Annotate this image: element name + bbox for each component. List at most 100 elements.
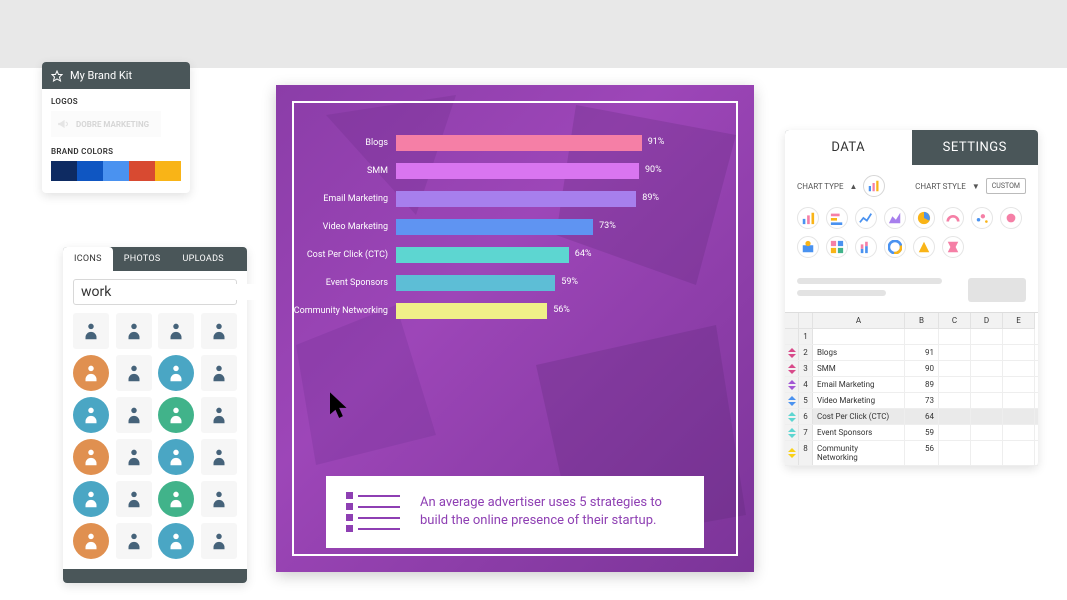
- icon-result[interactable]: [73, 439, 109, 475]
- cell[interactable]: [1003, 361, 1035, 376]
- row-number[interactable]: 6: [799, 409, 813, 424]
- icon-result[interactable]: [201, 523, 237, 559]
- icon-result[interactable]: [201, 481, 237, 517]
- pictogram-icon[interactable]: [797, 236, 819, 258]
- callout-box[interactable]: An average advertiser uses 5 strategies …: [326, 476, 704, 548]
- cell[interactable]: Community Networking: [813, 441, 905, 465]
- chart-bar-row[interactable]: SMM90%: [286, 163, 744, 179]
- custom-button[interactable]: CUSTOM: [986, 178, 1026, 194]
- col-header[interactable]: D: [971, 313, 1003, 329]
- drag-handle[interactable]: [785, 409, 799, 424]
- cell[interactable]: [1003, 409, 1035, 424]
- cell[interactable]: 90: [905, 361, 939, 376]
- cell[interactable]: Video Marketing: [813, 393, 905, 408]
- chart-bar-row[interactable]: Event Sponsors59%: [286, 275, 744, 291]
- cell[interactable]: [939, 361, 971, 376]
- table-row[interactable]: 3SMM90: [785, 361, 1038, 377]
- cell[interactable]: [939, 441, 971, 465]
- cell[interactable]: [971, 329, 1003, 344]
- apply-button-placeholder[interactable]: [968, 278, 1026, 302]
- chart-style-selector[interactable]: CHART STYLE ▼ CUSTOM: [915, 178, 1026, 194]
- data-table[interactable]: A B C D E 12Blogs913SMM904Email Marketin…: [785, 312, 1038, 466]
- drag-handle[interactable]: [785, 361, 799, 376]
- search-input[interactable]: [81, 284, 259, 300]
- brand-color-swatch[interactable]: [77, 161, 103, 181]
- line-chart-icon[interactable]: [855, 207, 877, 229]
- icon-result[interactable]: [158, 313, 194, 349]
- row-number[interactable]: 5: [799, 393, 813, 408]
- brand-logo[interactable]: DOBRE MARKETING: [51, 111, 161, 137]
- cell[interactable]: [971, 393, 1003, 408]
- cell[interactable]: Email Marketing: [813, 377, 905, 392]
- table-row[interactable]: 7Event Sponsors59: [785, 425, 1038, 441]
- cell[interactable]: 64: [905, 409, 939, 424]
- tab-settings[interactable]: SETTINGS: [912, 130, 1039, 165]
- cell[interactable]: SMM: [813, 361, 905, 376]
- cell[interactable]: [939, 409, 971, 424]
- cell[interactable]: [971, 425, 1003, 440]
- icon-result[interactable]: [116, 355, 152, 391]
- dot-chart-icon[interactable]: [1000, 207, 1022, 229]
- icon-result[interactable]: [201, 313, 237, 349]
- icon-result[interactable]: [158, 439, 194, 475]
- drag-handle[interactable]: [785, 377, 799, 392]
- chart-bar-row[interactable]: Blogs91%: [286, 135, 744, 151]
- col-header[interactable]: B: [905, 313, 939, 329]
- cell[interactable]: Blogs: [813, 345, 905, 360]
- table-row[interactable]: 8Community Networking56: [785, 441, 1038, 466]
- row-number[interactable]: 4: [799, 377, 813, 392]
- cell[interactable]: [1003, 377, 1035, 392]
- cell[interactable]: [1003, 441, 1035, 465]
- bar-chart-icon[interactable]: [797, 207, 819, 229]
- bar-chart[interactable]: Blogs91%SMM90%Email Marketing89%Video Ma…: [286, 135, 744, 331]
- icon-result[interactable]: [116, 313, 152, 349]
- cell[interactable]: 89: [905, 377, 939, 392]
- cell[interactable]: 59: [905, 425, 939, 440]
- bubble-chart-icon[interactable]: [971, 207, 993, 229]
- cell[interactable]: [905, 329, 939, 344]
- chart-bar-row[interactable]: Community Networking56%: [286, 303, 744, 319]
- cell[interactable]: [939, 329, 971, 344]
- tab-data[interactable]: DATA: [785, 130, 912, 165]
- cell[interactable]: Event Sponsors: [813, 425, 905, 440]
- row-number[interactable]: 3: [799, 361, 813, 376]
- row-number[interactable]: 8: [799, 441, 813, 465]
- brand-color-swatch[interactable]: [51, 161, 77, 181]
- treemap-icon[interactable]: [826, 236, 848, 258]
- table-row[interactable]: 5Video Marketing73: [785, 393, 1038, 409]
- pyramid-chart-icon[interactable]: [913, 236, 935, 258]
- pie-chart-icon[interactable]: [913, 207, 935, 229]
- table-row[interactable]: 6Cost Per Click (CTC)64: [785, 409, 1038, 425]
- icon-result[interactable]: [73, 481, 109, 517]
- cell[interactable]: [971, 409, 1003, 424]
- drag-handle[interactable]: [785, 345, 799, 360]
- cell[interactable]: 73: [905, 393, 939, 408]
- chart-bar-row[interactable]: Cost Per Click (CTC)64%: [286, 247, 744, 263]
- gauge-chart-icon[interactable]: [942, 207, 964, 229]
- table-row[interactable]: 4Email Marketing89: [785, 377, 1038, 393]
- col-header[interactable]: E: [1003, 313, 1035, 329]
- icon-result[interactable]: [116, 397, 152, 433]
- row-number[interactable]: 7: [799, 425, 813, 440]
- icon-result[interactable]: [201, 439, 237, 475]
- row-number[interactable]: 2: [799, 345, 813, 360]
- chart-bar-row[interactable]: Video Marketing73%: [286, 219, 744, 235]
- tab-uploads[interactable]: UPLOADS: [172, 247, 235, 271]
- area-chart-icon[interactable]: [884, 207, 906, 229]
- icon-result[interactable]: [73, 355, 109, 391]
- cell[interactable]: 91: [905, 345, 939, 360]
- brand-color-swatch[interactable]: [103, 161, 129, 181]
- cell[interactable]: Cost Per Click (CTC): [813, 409, 905, 424]
- icon-result[interactable]: [73, 313, 109, 349]
- cell[interactable]: [939, 425, 971, 440]
- table-row[interactable]: 1: [785, 329, 1038, 345]
- brand-color-swatch[interactable]: [155, 161, 181, 181]
- cell[interactable]: [813, 329, 905, 344]
- icon-result[interactable]: [158, 481, 194, 517]
- drag-handle[interactable]: [785, 441, 799, 465]
- tab-photos[interactable]: PHOTOS: [113, 247, 172, 271]
- cell[interactable]: 56: [905, 441, 939, 465]
- cell[interactable]: [971, 345, 1003, 360]
- icon-result[interactable]: [158, 523, 194, 559]
- tab-icons[interactable]: ICONS: [63, 247, 113, 271]
